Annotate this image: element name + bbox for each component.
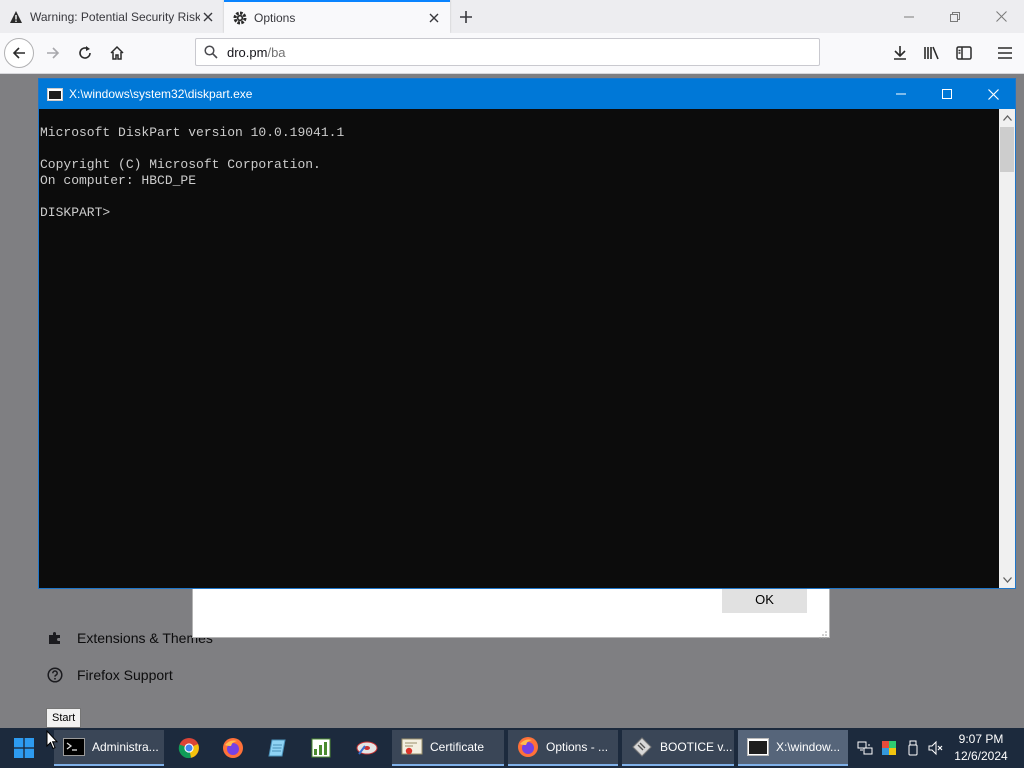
ok-button[interactable]: OK	[722, 585, 807, 613]
notepad-icon[interactable]	[256, 730, 298, 766]
certificate-icon	[400, 735, 424, 759]
plus-icon	[460, 11, 472, 23]
nav-bar: dro.pm/ba	[0, 33, 1024, 74]
console-title-bar[interactable]: X:\windows\system32\diskpart.exe	[39, 79, 1015, 109]
minimize-icon	[904, 16, 914, 17]
clock-date: 12/6/2024	[954, 749, 1008, 763]
back-arrow-icon	[12, 47, 25, 59]
library-icon	[924, 46, 939, 60]
home-button[interactable]	[102, 38, 132, 68]
console-icon	[746, 735, 770, 759]
back-button[interactable]	[4, 38, 34, 68]
console-line: On computer: HBCD_PE	[40, 173, 197, 188]
console-maximize-button[interactable]	[924, 79, 970, 109]
close-tab-icon[interactable]	[426, 10, 442, 26]
minimize-icon	[896, 93, 906, 95]
console-app-icon	[47, 87, 63, 101]
taskbar-item-diskpart[interactable]: X:\window...	[738, 730, 848, 766]
taskbar-item-label: Certificate	[430, 740, 485, 754]
app-menu-button[interactable]	[990, 38, 1020, 68]
tab-strip: Warning: Potential Security Risk Ahead O…	[0, 0, 1024, 33]
scroll-down-icon[interactable]	[999, 571, 1015, 588]
reload-icon	[79, 46, 91, 59]
restore-icon	[950, 11, 960, 22]
windows-logo-icon	[14, 738, 34, 758]
tab-security-warning[interactable]: Warning: Potential Security Risk Ahead	[0, 0, 224, 33]
cmd-icon	[62, 735, 86, 759]
clock-time: 9:07 PM	[958, 732, 1004, 746]
taskbar: Administra... Certificate Options - ... …	[0, 728, 1024, 768]
volume-muted-icon[interactable]	[928, 740, 944, 756]
taskbar-item-label: X:\window...	[776, 740, 841, 754]
url-host: dro.pm	[227, 44, 268, 60]
taskbar-item-administrator[interactable]: Administra...	[54, 730, 164, 766]
help-icon	[46, 666, 64, 684]
console-title: X:\windows\system32\diskpart.exe	[69, 87, 253, 101]
new-tab-button[interactable]	[454, 5, 478, 29]
disk-tool-icon[interactable]	[346, 730, 388, 766]
taskbar-item-firefox-options[interactable]: Options - ...	[508, 730, 618, 766]
start-tooltip: Start	[46, 708, 82, 728]
tab-options[interactable]: Options	[224, 0, 450, 33]
display-settings-icon[interactable]	[881, 740, 897, 756]
taskbar-item-label: BOOTICE v...	[660, 740, 733, 754]
diskpart-console-window[interactable]: X:\windows\system32\diskpart.exe Microso…	[38, 78, 1016, 589]
taskbar-item-label: Administra...	[92, 740, 159, 754]
firefox-icon[interactable]	[212, 730, 254, 766]
extensions-themes-link[interactable]: Extensions & Themes	[46, 629, 213, 647]
spreadsheet-icon[interactable]	[300, 730, 342, 766]
console-close-button[interactable]	[970, 79, 1016, 109]
tab-title: Warning: Potential Security Risk Ahead	[30, 9, 200, 24]
firefox-icon	[516, 735, 540, 759]
home-icon	[110, 45, 124, 60]
scroll-up-icon[interactable]	[999, 109, 1015, 126]
url-path: /ba	[267, 44, 286, 60]
console-prompt-line[interactable]: DISKPART>	[40, 205, 999, 221]
minimize-button[interactable]	[886, 0, 932, 33]
downloads-button[interactable]	[885, 38, 915, 68]
system-clock[interactable]: 9:07 PM 12/6/2024	[950, 731, 1012, 765]
search-icon	[203, 44, 219, 60]
forward-button[interactable]	[38, 38, 68, 68]
usb-eject-icon[interactable]	[905, 740, 921, 756]
maximize-icon	[942, 89, 952, 99]
close-window-button[interactable]	[978, 0, 1024, 33]
reload-button[interactable]	[70, 38, 100, 68]
scrollbar-thumb[interactable]	[1000, 127, 1014, 172]
resize-grip-icon[interactable]	[819, 627, 827, 639]
close-tab-icon[interactable]	[200, 9, 216, 25]
start-button[interactable]	[0, 728, 48, 768]
mouse-cursor-icon	[46, 729, 59, 750]
taskbar-item-label: Options - ...	[546, 740, 609, 754]
sidebar-icon	[956, 46, 972, 60]
console-line: Microsoft DiskPart version 10.0.19041.1	[40, 125, 345, 140]
chrome-icon[interactable]	[168, 730, 210, 766]
hamburger-menu-icon	[998, 47, 1012, 59]
taskbar-item-certificate[interactable]: Certificate	[392, 730, 504, 766]
sidebar-toggle-button[interactable]	[949, 38, 979, 68]
forward-arrow-icon	[47, 47, 60, 59]
certificate-dialog: OK	[192, 584, 830, 639]
tab-title: Options	[254, 10, 296, 25]
taskbar-item-bootice[interactable]: BOOTICE v...	[622, 730, 734, 766]
warning-icon	[8, 9, 24, 25]
url-bar[interactable]: dro.pm/ba	[195, 38, 820, 66]
library-button[interactable]	[917, 38, 947, 68]
console-output[interactable]: Microsoft DiskPart version 10.0.19041.1 …	[39, 109, 999, 588]
network-icon[interactable]	[857, 740, 873, 756]
console-scrollbar[interactable]	[999, 109, 1015, 588]
console-minimize-button[interactable]	[878, 79, 924, 109]
close-icon	[987, 88, 999, 100]
download-icon	[894, 46, 906, 60]
close-icon	[995, 11, 1007, 22]
gear-icon	[232, 10, 248, 26]
console-line: Copyright (C) Microsoft Corporation.	[40, 157, 321, 172]
firefox-support-link[interactable]: Firefox Support	[46, 666, 173, 684]
puzzle-piece-icon	[46, 629, 64, 647]
firefox-support-label: Firefox Support	[77, 667, 173, 683]
restore-button[interactable]	[932, 0, 978, 33]
bootice-icon	[630, 735, 654, 759]
